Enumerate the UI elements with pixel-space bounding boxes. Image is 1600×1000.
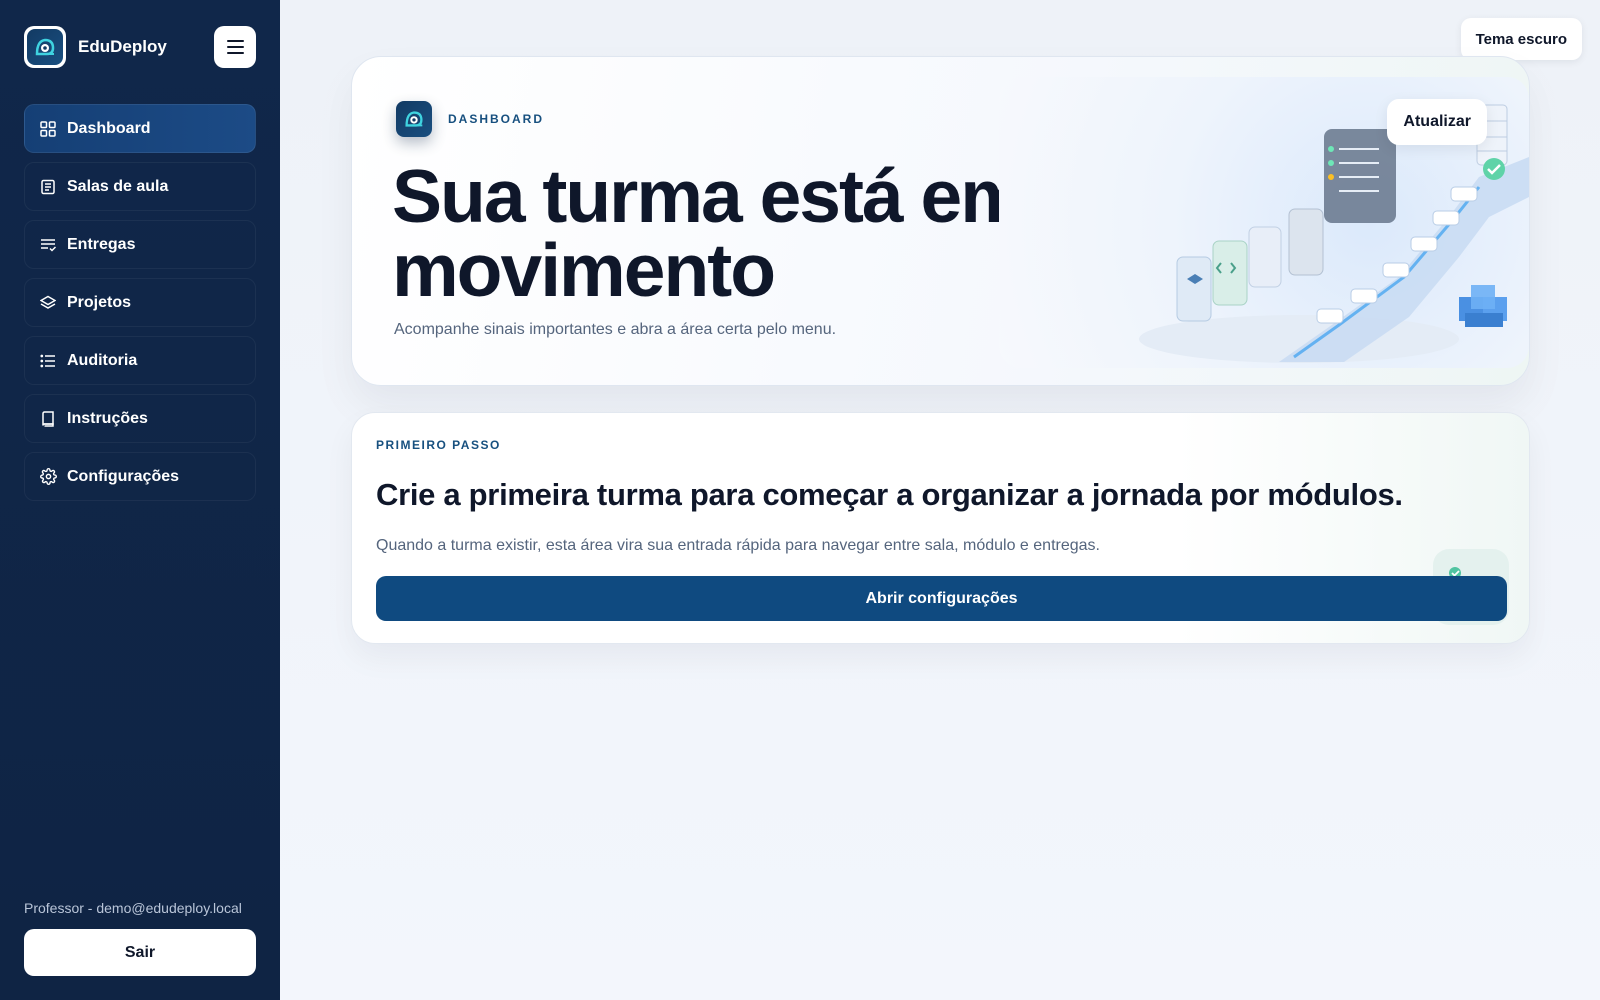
first-step-card: PRIMEIRO PASSO Crie a primeira turma par… bbox=[351, 412, 1530, 644]
sidebar-item-label: Projetos bbox=[67, 293, 132, 311]
list-icon bbox=[39, 352, 57, 370]
sidebar-item-auditoria[interactable]: Auditoria bbox=[24, 336, 256, 385]
brand-name: EduDeploy bbox=[78, 37, 167, 56]
sidebar-item-entregas[interactable]: Entregas bbox=[24, 220, 256, 269]
sidebar-nav: Dashboard Salas de aula Entregas Projeto… bbox=[24, 104, 256, 501]
hero-card: DASHBOARD Sua turma está em movimento Ac… bbox=[351, 56, 1530, 386]
sidebar-item-projetos[interactable]: Projetos bbox=[24, 278, 256, 327]
hamburger-icon-bar bbox=[226, 46, 244, 48]
sidebar-item-instrucoes[interactable]: Instruções bbox=[24, 394, 256, 443]
list-check-icon bbox=[39, 236, 57, 254]
grid-icon bbox=[39, 120, 57, 138]
brand-logo-icon bbox=[24, 26, 66, 68]
book-icon bbox=[39, 410, 57, 428]
sidebar: EduDeploy Dashboard Salas de aula Entreg… bbox=[0, 0, 280, 1000]
hero-subtitle: Acompanhe sinais importantes e abra a ár… bbox=[394, 321, 837, 338]
refresh-button[interactable]: Atualizar bbox=[1387, 99, 1487, 145]
sidebar-item-salas[interactable]: Salas de aula bbox=[24, 162, 256, 211]
menu-toggle-button[interactable] bbox=[214, 26, 256, 68]
document-icon bbox=[39, 178, 57, 196]
step-eyebrow: PRIMEIRO PASSO bbox=[376, 438, 501, 452]
brand: EduDeploy bbox=[24, 24, 256, 70]
sidebar-item-label: Auditoria bbox=[67, 351, 138, 369]
sidebar-item-dashboard[interactable]: Dashboard bbox=[24, 104, 256, 153]
sidebar-item-label: Entregas bbox=[67, 235, 136, 253]
sidebar-item-configuracoes[interactable]: Configurações bbox=[24, 452, 256, 501]
user-info: Professor - demo@edudeploy.local bbox=[24, 900, 242, 916]
step-description: Quando a turma existir, esta área vira s… bbox=[376, 537, 1100, 554]
gear-icon bbox=[39, 468, 57, 486]
hamburger-icon bbox=[226, 40, 244, 42]
step-title: Crie a primeira turma para começar a org… bbox=[376, 477, 1403, 512]
sidebar-item-label: Dashboard bbox=[67, 119, 151, 137]
brand-logo-icon bbox=[396, 101, 432, 137]
sidebar-item-label: Salas de aula bbox=[67, 177, 169, 195]
hero-eyebrow-label: DASHBOARD bbox=[448, 112, 544, 126]
logout-button[interactable]: Sair bbox=[24, 929, 256, 976]
hamburger-icon-bar bbox=[226, 52, 244, 54]
hero-eyebrow: DASHBOARD bbox=[396, 101, 544, 137]
theme-toggle-button[interactable]: Tema escuro bbox=[1460, 18, 1582, 60]
layers-icon bbox=[39, 294, 57, 312]
sidebar-item-label: Configurações bbox=[67, 467, 180, 485]
sidebar-item-label: Instruções bbox=[67, 409, 148, 427]
open-settings-button[interactable]: Abrir configurações bbox=[376, 576, 1507, 621]
